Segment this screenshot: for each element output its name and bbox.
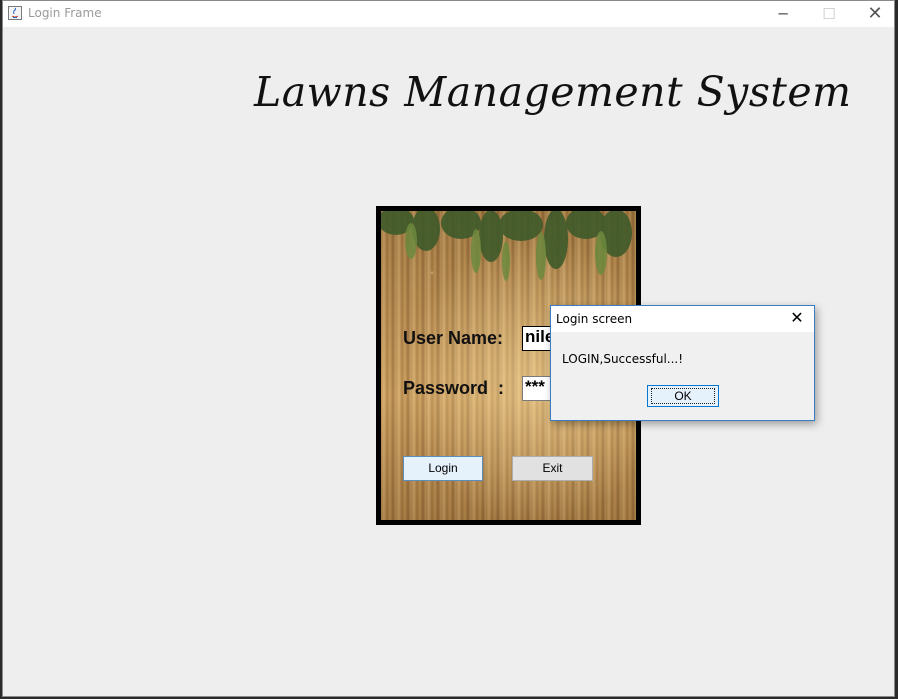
minimize-button[interactable]: ─ (760, 1, 806, 27)
close-icon: ✕ (867, 3, 883, 24)
login-button[interactable]: Login (403, 456, 483, 481)
minimize-icon: ─ (778, 5, 788, 23)
dialog-title: Login screen (556, 312, 633, 326)
java-app-icon (8, 6, 22, 20)
username-label: User Name: (403, 328, 504, 348)
maximize-button[interactable]: ☐ (806, 1, 852, 27)
close-icon: ✕ (790, 310, 804, 327)
dialog-message: LOGIN,Successful...! (562, 352, 684, 366)
title-bar[interactable]: Login Frame ─ ☐ ✕ (3, 1, 894, 27)
login-success-dialog: Login screen ✕ LOGIN,Successful...! OK (550, 305, 815, 421)
dialog-title-bar[interactable]: Login screen ✕ (551, 306, 814, 332)
dialog-close-button[interactable]: ✕ (785, 308, 809, 330)
exit-button[interactable]: Exit (512, 456, 593, 481)
page-title: Lawns Management System (254, 68, 852, 116)
window-title: Login Frame (28, 6, 102, 20)
ok-button-label: OK (651, 388, 715, 404)
foliage-decoration (381, 211, 632, 281)
ok-button[interactable]: OK (647, 385, 719, 407)
maximize-icon: ☐ (822, 5, 836, 23)
password-label: Password : (403, 378, 505, 398)
close-button[interactable]: ✕ (852, 1, 898, 27)
